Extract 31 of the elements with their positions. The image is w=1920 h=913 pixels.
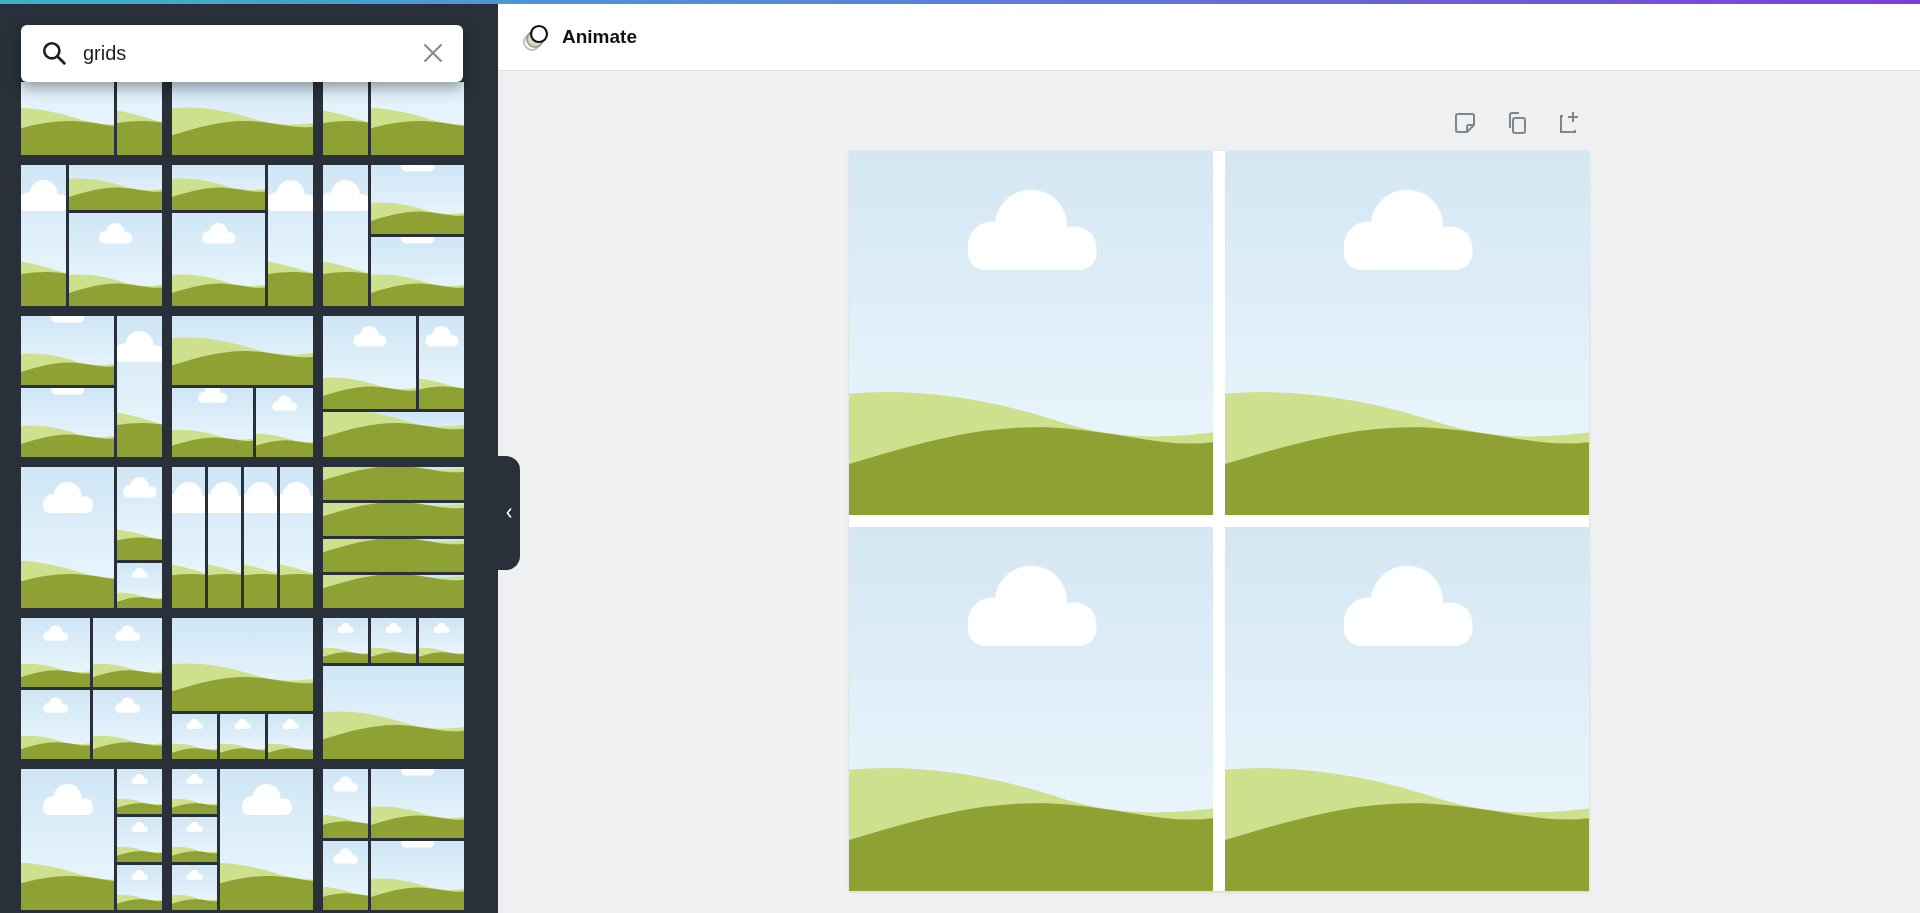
chevron-left-icon [505,507,513,519]
grid-template-thumbnail[interactable] [172,618,313,759]
clear-icon[interactable] [423,43,443,63]
add-page-icon[interactable] [1557,111,1581,135]
grid-template-thumbnail[interactable] [323,467,464,608]
grid-template-thumbnail[interactable] [172,769,313,910]
design-page[interactable] [849,151,1589,891]
grid-template-thumbnail[interactable] [21,316,162,457]
grid-template-thumbnail[interactable] [323,165,464,306]
grid-template-thumbnail[interactable] [21,82,162,155]
grid-template-thumbnail[interactable] [21,467,162,608]
grid-template-thumbnail[interactable] [323,316,464,457]
grid-template-thumbnail[interactable] [172,82,313,155]
landscape-image[interactable] [1225,527,1589,891]
grid-template-thumbnail[interactable] [172,316,313,457]
search-field[interactable]: grids [21,25,463,82]
landscape-image[interactable] [849,151,1213,515]
grid-template-thumbnail[interactable] [21,618,162,759]
grid-template-thumbnail[interactable] [21,769,162,910]
grid-template-thumbnail[interactable] [323,82,464,155]
landscape-image[interactable] [1225,151,1589,515]
grid-template-thumbnail[interactable] [323,769,464,910]
search-icon [41,40,67,66]
grid-template-thumbnail[interactable] [323,618,464,759]
collapse-panel-button[interactable] [498,456,520,570]
grid-template-thumbnail[interactable] [172,467,313,608]
animate-button[interactable]: Animate [522,22,637,52]
landscape-image[interactable] [849,527,1213,891]
grid-template-thumbnail[interactable] [21,165,162,306]
note-icon[interactable] [1453,111,1477,135]
grid-template-thumbnail[interactable] [172,165,313,306]
